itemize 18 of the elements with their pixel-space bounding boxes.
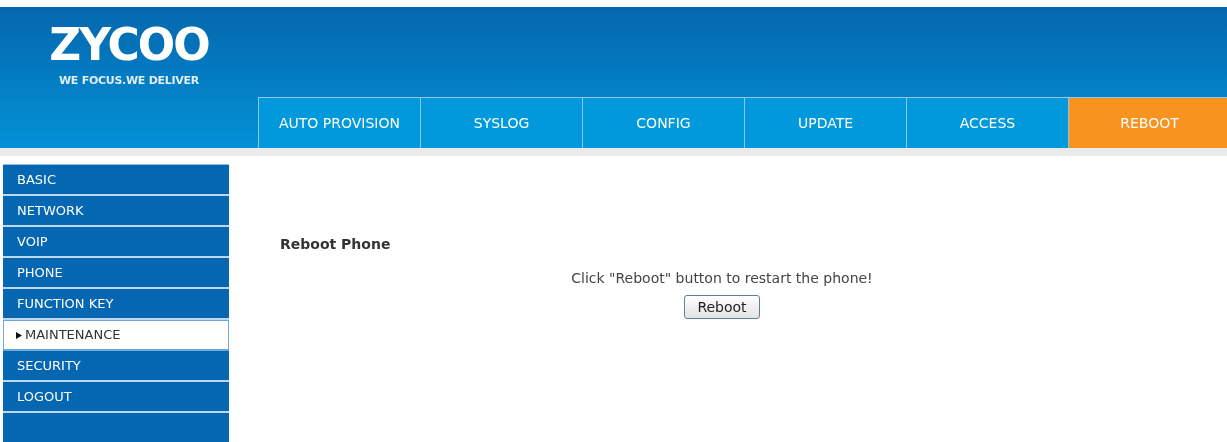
nav-tab[interactable]: SYSLOG [420,97,582,148]
nav-tab[interactable]: ACCESS [906,97,1068,148]
sidebar-item[interactable]: NETWORK [3,196,229,227]
section-heading: Reboot Phone [280,235,391,254]
triangle-icon [16,331,22,339]
sidebar-item[interactable]: LOGOUT [3,382,229,413]
sidebar-item[interactable]: MAINTENANCE [3,320,229,351]
nav-tab[interactable]: UPDATE [744,97,906,148]
logo-tagline: WE FOCUS.WE DELIVER [59,73,199,89]
nav-tab[interactable]: CONFIG [582,97,744,148]
sidebar-item[interactable]: PHONE [3,258,229,289]
sidebar-item[interactable]: BASIC [3,165,229,196]
sidebar-item[interactable]: SECURITY [3,351,229,382]
nav-tab[interactable]: AUTO PROVISION [258,97,420,148]
logo: ZYCOO [49,21,209,69]
sidebar-item[interactable]: VOIP [3,227,229,258]
reboot-button[interactable]: Reboot [684,295,760,319]
instruction-text: Click "Reboot" button to restart the phone! [571,269,873,288]
